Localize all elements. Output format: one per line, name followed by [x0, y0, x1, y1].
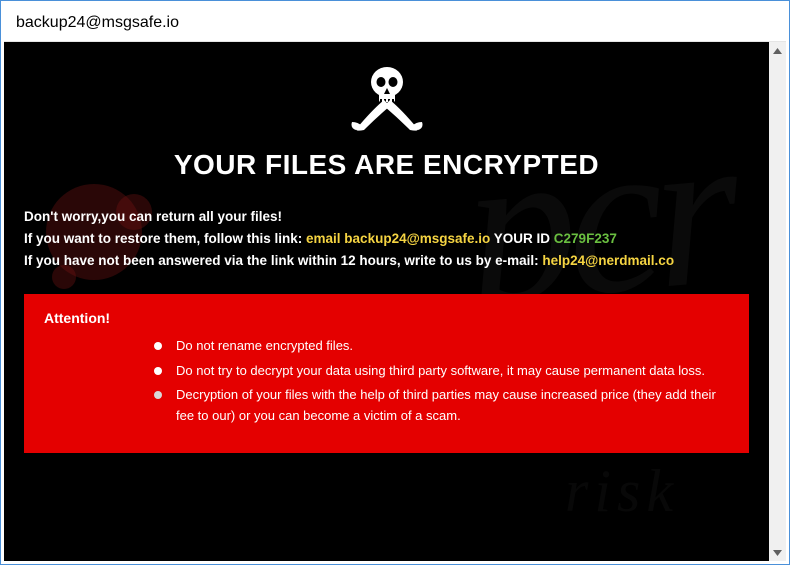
main-title: YOUR FILES ARE ENCRYPTED [24, 149, 749, 181]
secondary-email: help24@nerdmail.co [542, 253, 674, 268]
attention-list: Do not rename encrypted files. Do not tr… [44, 336, 729, 427]
list-item: Do not rename encrypted files. [154, 336, 729, 357]
window: backup24@msgsafe.io pcr risk [4, 4, 786, 561]
skull-cutlass-icon [342, 60, 432, 132]
your-id-label: YOUR ID [490, 231, 554, 246]
vertical-scrollbar[interactable] [769, 42, 786, 561]
content-wrap: pcr risk [4, 42, 786, 561]
primary-email: email backup24@msgsafe.io [306, 231, 490, 246]
list-item: Decryption of your files with the help o… [154, 385, 729, 427]
attention-title: Attention! [44, 310, 729, 326]
ransom-note-content: pcr risk [4, 42, 769, 561]
line2-prefix: If you want to restore them, follow this… [24, 231, 306, 246]
line3-prefix: If you have not been answered via the li… [24, 253, 542, 268]
message-line-1: Don't worry,you can return all your file… [24, 207, 749, 228]
scroll-down-arrow-icon[interactable] [769, 544, 786, 561]
message-line-3: If you have not been answered via the li… [24, 251, 749, 272]
watermark-subtext: risk [565, 457, 679, 526]
list-item: Do not try to decrypt your data using th… [154, 361, 729, 382]
victim-id: C279F237 [554, 231, 617, 246]
titlebar: backup24@msgsafe.io [4, 4, 786, 42]
message-line-2: If you want to restore them, follow this… [24, 229, 749, 250]
window-title: backup24@msgsafe.io [16, 14, 179, 32]
scroll-up-arrow-icon[interactable] [769, 42, 786, 59]
skull-logo-wrap [24, 60, 749, 137]
attention-box: Attention! Do not rename encrypted files… [24, 294, 749, 453]
window-frame: backup24@msgsafe.io pcr risk [0, 0, 790, 565]
